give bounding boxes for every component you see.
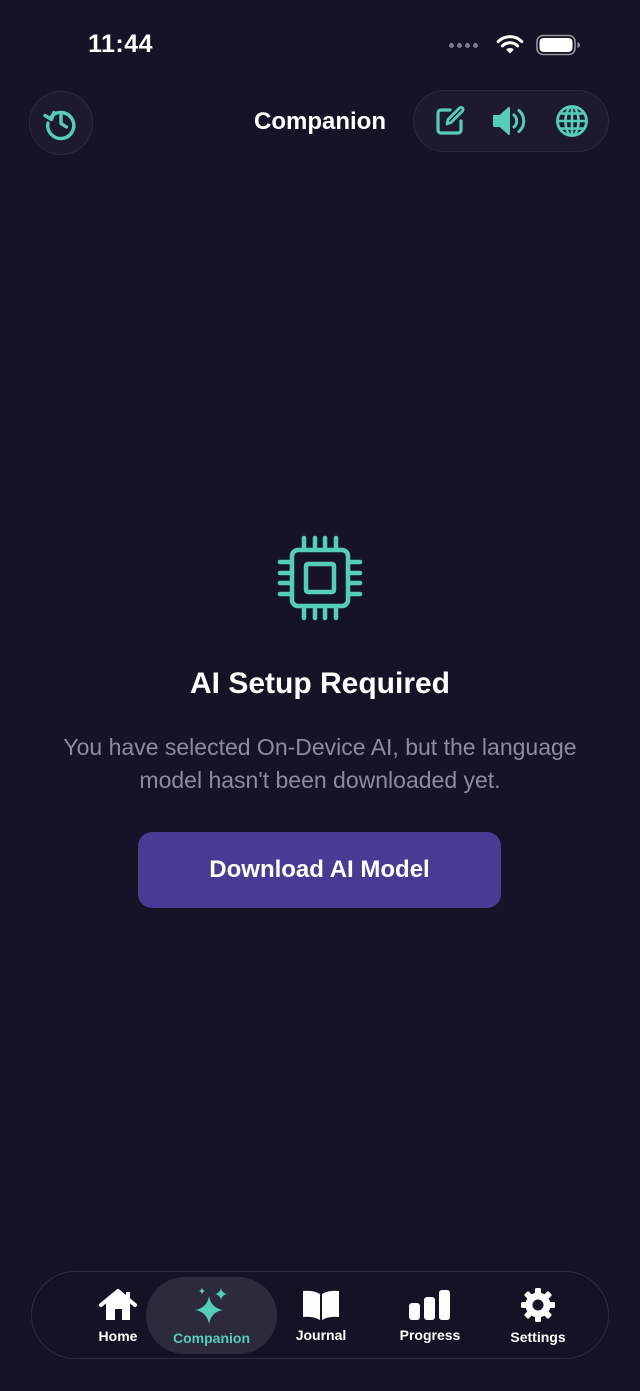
sparkles-icon bbox=[194, 1287, 227, 1324]
tab-companion[interactable]: Companion bbox=[146, 1277, 277, 1354]
battery-icon bbox=[536, 34, 580, 56]
tab-settings[interactable]: Settings bbox=[494, 1277, 582, 1354]
history-icon bbox=[43, 110, 76, 141]
speaker-button[interactable] bbox=[485, 95, 537, 147]
book-icon bbox=[303, 1290, 339, 1320]
compose-icon bbox=[436, 106, 465, 135]
language-button[interactable] bbox=[546, 95, 598, 147]
bar-chart-icon bbox=[409, 1289, 450, 1320]
status-time: 11:44 bbox=[88, 30, 154, 58]
cpu-chip-icon bbox=[277, 535, 363, 621]
history-button[interactable] bbox=[29, 91, 93, 155]
gear-icon bbox=[521, 1287, 555, 1322]
speaker-icon bbox=[492, 107, 526, 135]
header-actions bbox=[413, 90, 609, 152]
tab-label-settings: Settings bbox=[510, 1328, 566, 1345]
status-bar: 11:44 bbox=[0, 0, 640, 90]
globe-icon bbox=[555, 105, 588, 137]
new-chat-button[interactable] bbox=[424, 95, 476, 147]
status-indicators bbox=[449, 34, 582, 56]
setup-title: AI Setup Required bbox=[189, 667, 451, 700]
tab-label-home: Home bbox=[98, 1327, 138, 1344]
tab-journal[interactable]: Journal bbox=[284, 1277, 358, 1354]
tab-progress[interactable]: Progress bbox=[384, 1277, 476, 1354]
tab-label-companion: Companion bbox=[173, 1329, 250, 1346]
house-icon bbox=[99, 1288, 137, 1320]
download-model-button[interactable]: Download AI Model bbox=[138, 832, 501, 908]
wifi-icon bbox=[496, 35, 524, 54]
tab-label-progress: Progress bbox=[399, 1326, 461, 1343]
ai-setup-panel: AI Setup Required You have selected On-D… bbox=[0, 532, 640, 797]
tab-label-journal: Journal bbox=[295, 1326, 347, 1343]
setup-description: You have selected On-Device AI, but the … bbox=[63, 734, 577, 793]
tab-bar: Home Companion Journal Progress Settings bbox=[31, 1271, 609, 1359]
top-navigation: Companion bbox=[0, 90, 640, 156]
cellular-signal-icon bbox=[449, 42, 478, 48]
